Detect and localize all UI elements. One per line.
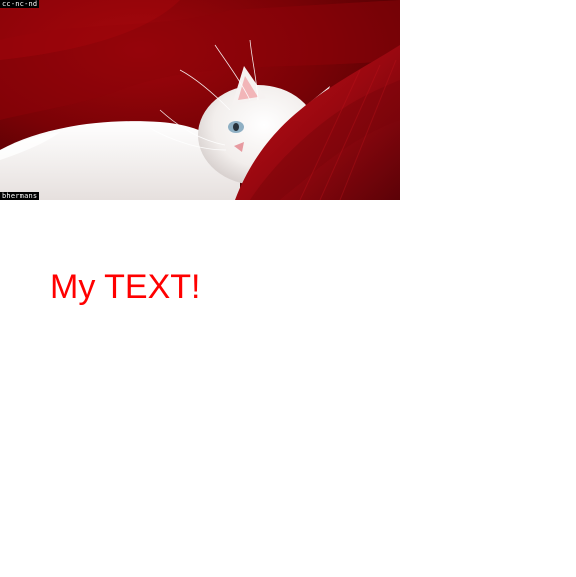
cat-photo-image xyxy=(0,0,400,200)
cat-photo: cc-nc-nd bhermans xyxy=(0,0,400,200)
license-label: cc-nc-nd xyxy=(0,0,40,8)
author-label: bhermans xyxy=(0,192,40,200)
caption-text: My TEXT! xyxy=(50,268,201,306)
page: cc-nc-nd bhermans My TEXT! xyxy=(0,0,576,577)
